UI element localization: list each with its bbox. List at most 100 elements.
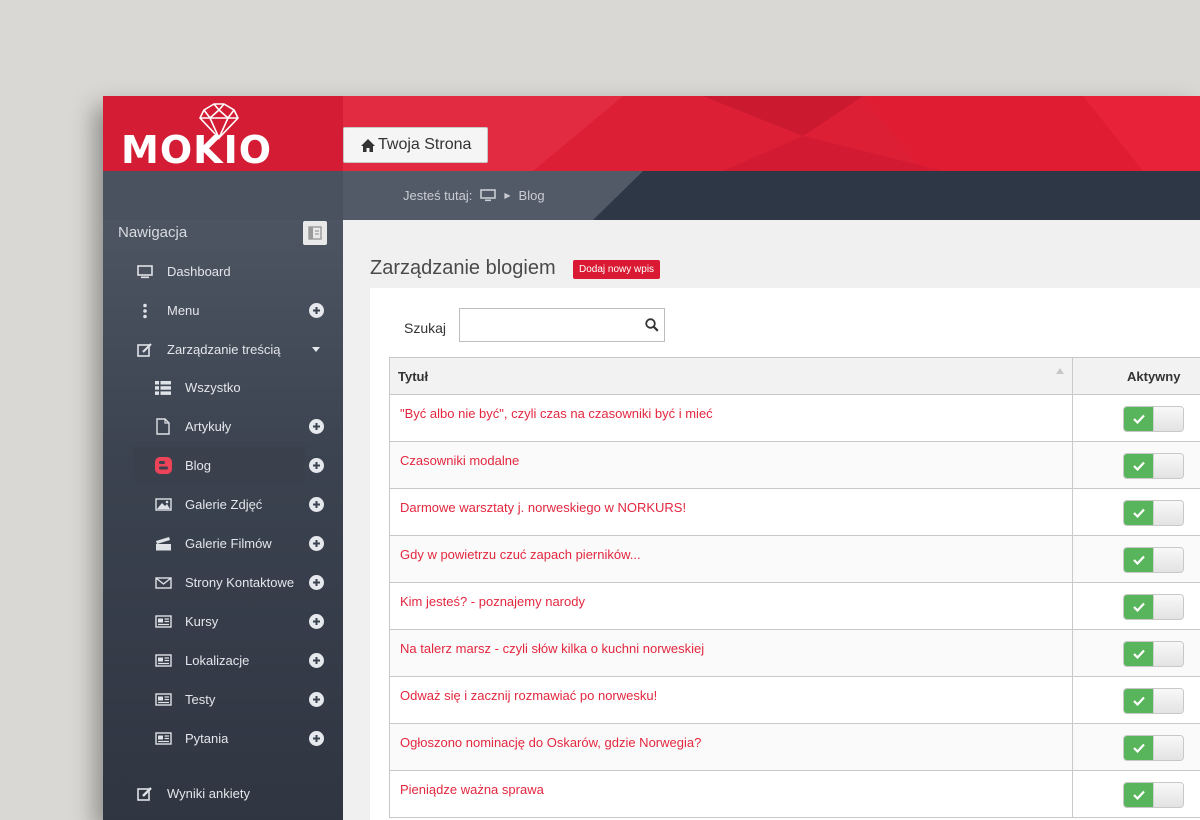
sidebar-item-questions[interactable]: Pytania	[133, 720, 335, 757]
active-toggle[interactable]	[1123, 782, 1184, 808]
breadcrumb: Jesteś tutaj: ▶ Blog	[403, 188, 545, 203]
plus-circle-icon[interactable]	[309, 497, 324, 512]
sidebar-item-label: Artykuły	[185, 419, 232, 434]
plus-circle-icon[interactable]	[309, 575, 324, 590]
active-toggle[interactable]	[1123, 641, 1184, 667]
active-cell	[1072, 394, 1200, 442]
post-title-link[interactable]: Na talerz marsz - czyli słów kilka o kuc…	[389, 629, 1073, 677]
picture-icon	[151, 497, 175, 513]
sidebar-item-label: Menu	[167, 303, 200, 318]
sidebar-item-articles[interactable]: Artykuły	[133, 408, 335, 445]
sidebar-item-content-management[interactable]: Zarządzanie treścią	[133, 331, 335, 368]
logo-text: MOKIO	[121, 128, 273, 171]
sidebar-item-label: Wyniki ankiety	[167, 786, 250, 801]
search-input[interactable]	[459, 308, 665, 342]
sort-ascending-icon[interactable]	[1056, 368, 1064, 374]
sidebar-item-blog[interactable]: Blog	[133, 447, 324, 484]
sidebar-item-photo-galleries[interactable]: Galerie Zdjęć	[133, 486, 335, 523]
table-row: "Być albo nie być", czyli czas na czasow…	[389, 394, 1200, 442]
column-title-label: Tytuł	[398, 368, 429, 384]
sidebar-item-menu[interactable]: Menu	[133, 292, 335, 329]
table-row: Darmowe warsztaty j. norweskiego w NORKU…	[389, 488, 1200, 536]
active-toggle[interactable]	[1123, 735, 1184, 761]
check-icon	[1124, 689, 1153, 713]
plus-circle-icon[interactable]	[309, 303, 324, 318]
table-row: Kim jesteś? - poznajemy narody	[389, 582, 1200, 630]
monitor-icon[interactable]	[480, 189, 497, 202]
check-icon	[1124, 407, 1153, 431]
check-icon	[1124, 548, 1153, 572]
toggle-knob	[1153, 689, 1183, 713]
active-toggle[interactable]	[1123, 406, 1184, 432]
home-icon	[361, 138, 375, 152]
sidebar-item-label: Pytania	[185, 731, 229, 746]
post-title-link[interactable]: Gdy w powietrzu czuć zapach pierników...	[389, 535, 1073, 583]
plus-circle-icon[interactable]	[309, 458, 324, 473]
table-row: Gdy w powietrzu czuć zapach pierników...	[389, 535, 1200, 583]
envelope-icon	[151, 575, 175, 591]
active-cell	[1072, 582, 1200, 630]
active-toggle[interactable]	[1123, 594, 1184, 620]
sidebar-title: Nawigacja	[118, 224, 188, 241]
check-icon	[1124, 501, 1153, 525]
active-toggle[interactable]	[1123, 453, 1184, 479]
add-new-post-button[interactable]: Dodaj nowy wpis	[573, 260, 661, 279]
plus-circle-icon[interactable]	[309, 536, 324, 551]
sidebar: Nawigacja Dashboard Menu Zarządzanie tre…	[103, 220, 343, 820]
sidebar-item-label: Dashboard	[167, 264, 231, 279]
sidebar-toggle-button[interactable]	[303, 221, 327, 245]
active-cell	[1072, 441, 1200, 489]
active-toggle[interactable]	[1123, 547, 1184, 573]
app-window: MOKIO Twoja Strona Jesteś tutaj: ▶ Blog …	[103, 96, 1200, 820]
post-title-link[interactable]: Odważ się i zacznij rozmawiać po norwesk…	[389, 676, 1073, 724]
post-title-link[interactable]: Kim jesteś? - poznajemy narody	[389, 582, 1073, 630]
main-content: Zarządzanie blogiem Dodaj nowy wpis Szuk…	[343, 220, 1200, 820]
your-site-button[interactable]: Twoja Strona	[343, 127, 489, 163]
chevron-down-icon[interactable]	[312, 347, 320, 352]
plus-circle-icon[interactable]	[309, 653, 324, 668]
column-header-active[interactable]: Aktywny	[1072, 357, 1200, 395]
active-toggle[interactable]	[1123, 500, 1184, 526]
plus-circle-icon[interactable]	[309, 692, 324, 707]
post-title-link[interactable]: "Być albo nie być", czyli czas na czasow…	[389, 394, 1073, 442]
sidebar-item-label: Blog	[185, 458, 212, 473]
active-cell	[1072, 770, 1200, 818]
sidebar-item-survey-results[interactable]: Wyniki ankiety	[133, 775, 335, 812]
posts-table: Tytuł Aktywny "Być albo nie być", czyli …	[389, 357, 1200, 818]
post-title-link[interactable]: Pieniądze ważna sprawa	[389, 770, 1073, 818]
toggle-knob	[1153, 501, 1183, 525]
table-row: Na talerz marsz - czyli słów kilka o kuc…	[389, 629, 1200, 677]
plus-circle-icon[interactable]	[309, 419, 324, 434]
post-title-link[interactable]: Ogłoszono nominację do Oskarów, gdzie No…	[389, 723, 1073, 771]
search-icon[interactable]	[645, 318, 659, 332]
sidebar-item-video-galleries[interactable]: Galerie Filmów	[133, 525, 335, 562]
post-title-link[interactable]: Darmowe warsztaty j. norweskiego w NORKU…	[389, 488, 1073, 536]
sidebar-item-courses[interactable]: Kursy	[133, 603, 335, 640]
check-icon	[1124, 783, 1153, 807]
plus-circle-icon[interactable]	[309, 614, 324, 629]
page-title: Zarządzanie blogiem	[370, 257, 556, 279]
your-site-label: Twoja Strona	[378, 136, 472, 153]
plus-circle-icon[interactable]	[309, 731, 324, 746]
logo-area: MOKIO	[103, 96, 343, 171]
column-header-title[interactable]: Tytuł	[389, 357, 1073, 395]
table-row: Czasowniki modalne	[389, 441, 1200, 489]
toggle-knob	[1153, 642, 1183, 666]
post-title-link[interactable]: Czasowniki modalne	[389, 441, 1073, 489]
breadcrumb-prefix: Jesteś tutaj:	[403, 188, 473, 203]
toggle-knob	[1153, 736, 1183, 760]
sidebar-item-contact-pages[interactable]: Strony Kontaktowe	[133, 564, 335, 601]
sidebar-item-tests[interactable]: Testy	[133, 681, 335, 718]
content-panel: Szukaj Tytuł Aktywny "Być albo nie być",…	[370, 288, 1200, 820]
sidebar-item-all[interactable]: Wszystko	[133, 369, 335, 406]
document-icon	[151, 418, 175, 435]
breadcrumb-current[interactable]: Blog	[519, 188, 545, 203]
check-icon	[1124, 736, 1153, 760]
sidebar-item-dashboard[interactable]: Dashboard	[133, 253, 335, 290]
table-header-row: Tytuł Aktywny	[389, 357, 1200, 395]
toggle-knob	[1153, 407, 1183, 431]
sidebar-item-locations[interactable]: Lokalizacje	[133, 642, 335, 679]
toggle-knob	[1153, 548, 1183, 572]
vertical-dots-icon	[133, 303, 157, 319]
active-toggle[interactable]	[1123, 688, 1184, 714]
